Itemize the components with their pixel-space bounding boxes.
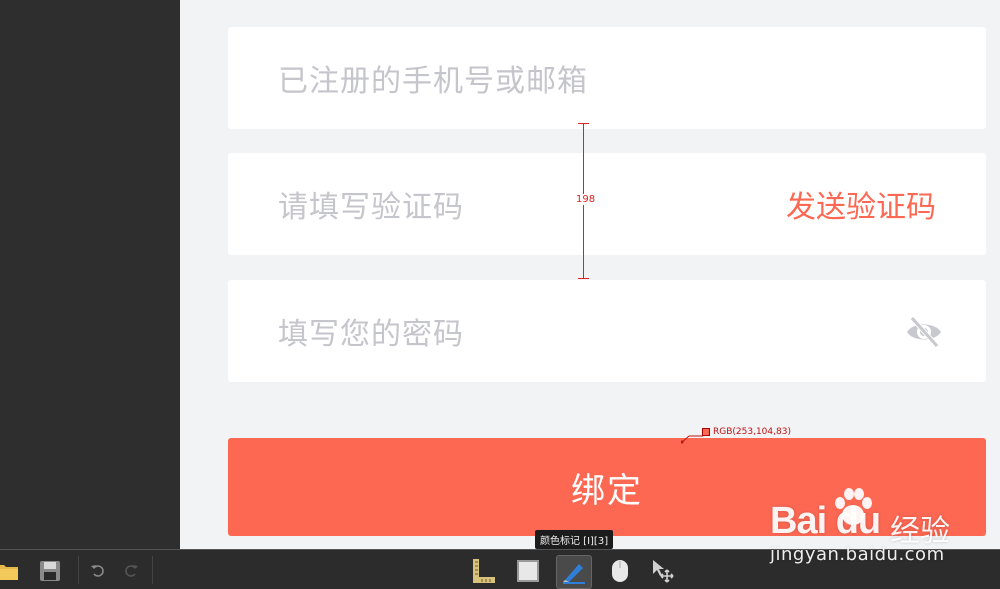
send-code-button[interactable]: 发送验证码: [786, 182, 936, 226]
password-placeholder: 填写您的密码: [278, 317, 464, 352]
toolbar-separator: [78, 556, 79, 584]
undo-icon[interactable]: [85, 558, 111, 584]
toolbar-separator: [152, 556, 153, 584]
account-field[interactable]: 已注册的手机号或邮箱: [228, 27, 986, 129]
color-pick-label: RGB(253,104,83): [713, 427, 791, 437]
rectangle-icon[interactable]: [515, 558, 541, 584]
tool-tooltip: 颜色标记 [I][3]: [535, 530, 614, 549]
account-placeholder: 已注册的手机号或邮箱: [278, 64, 588, 99]
folder-icon[interactable]: [0, 558, 20, 584]
verification-code-field[interactable]: 请填写验证码 发送验证码: [228, 153, 986, 255]
save-icon[interactable]: [37, 558, 63, 584]
color-swatch: [702, 428, 710, 436]
redo-icon[interactable]: [118, 558, 144, 584]
color-pick-leader: [681, 435, 703, 444]
color-marker-icon[interactable]: [556, 555, 592, 589]
password-field[interactable]: 填写您的密码: [228, 280, 986, 382]
color-pick-tag: RGB(253,104,83): [702, 427, 791, 437]
mouse-icon[interactable]: [607, 558, 633, 584]
distance-measure-label: 198: [575, 194, 597, 205]
bind-account-form: 已注册的手机号或邮箱 请填写验证码 发送验证码 填写您的密码 绑定: [180, 0, 1000, 549]
move-icon[interactable]: [650, 558, 676, 584]
code-placeholder: 请填写验证码: [278, 190, 464, 225]
baidu-paw-icon: [835, 488, 872, 525]
dark-side-panel: [0, 0, 180, 549]
hide-password-icon[interactable]: [904, 312, 944, 352]
ruler-icon[interactable]: [470, 558, 496, 584]
watermark-url: jingyan.baidu.com: [770, 544, 945, 565]
